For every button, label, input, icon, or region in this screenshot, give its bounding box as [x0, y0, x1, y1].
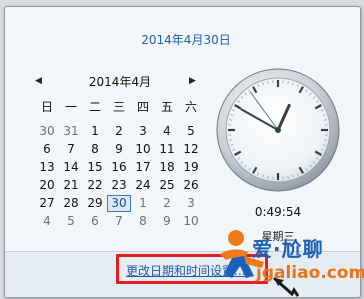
calendar-day[interactable]: 30: [35, 123, 59, 140]
analog-clock: [216, 68, 340, 192]
calendar-day[interactable]: 24: [131, 177, 155, 194]
calendar-day[interactable]: 31: [59, 123, 83, 140]
calendar-day[interactable]: 14: [59, 159, 83, 176]
calendar-day[interactable]: 16: [107, 159, 131, 176]
calendar-day[interactable]: 15: [83, 159, 107, 176]
prev-month-arrow-icon[interactable]: ◀: [35, 76, 42, 86]
calendar-day[interactable]: 26: [179, 177, 203, 194]
weekday-fri: 五: [160, 100, 173, 114]
calendar-day[interactable]: 4: [35, 213, 59, 230]
calendar-day[interactable]: 21: [59, 177, 83, 194]
weekday-tue: 二: [88, 100, 101, 114]
weekday-sat: 六: [184, 100, 197, 114]
calendar-day[interactable]: 7: [59, 141, 83, 158]
next-month-arrow-icon[interactable]: ▶: [189, 76, 196, 86]
calendar-day[interactable]: 3: [131, 123, 155, 140]
calendar-day[interactable]: 6: [83, 213, 107, 230]
calendar-day[interactable]: 4: [155, 123, 179, 140]
calendar-day[interactable]: 25: [155, 177, 179, 194]
watermark-brand-text: 爱·尬聊: [252, 237, 324, 261]
calendar-day[interactable]: 29: [83, 195, 107, 212]
red-pointer-arrow-icon: [273, 276, 300, 297]
calendar-day[interactable]: 9: [107, 141, 131, 158]
calendar-day[interactable]: 7: [107, 213, 131, 230]
calendar-day[interactable]: 9: [155, 213, 179, 230]
weekday-wed: 三: [112, 100, 125, 114]
calendar-day[interactable]: 22: [83, 177, 107, 194]
calendar-day[interactable]: 1: [131, 195, 155, 212]
calendar-day[interactable]: 5: [59, 213, 83, 230]
weekday-sun: 日: [40, 100, 53, 114]
full-date-link[interactable]: 2014年4月30日: [5, 31, 360, 48]
calendar-day[interactable]: 1: [83, 123, 107, 140]
calendar-day[interactable]: 23: [107, 177, 131, 194]
calendar-day[interactable]: 19: [179, 159, 203, 176]
calendar-day[interactable]: 28: [59, 195, 83, 212]
calendar-day[interactable]: 10: [131, 141, 155, 158]
calendar-day[interactable]: 8: [131, 213, 155, 230]
month-title[interactable]: 2014年4月: [65, 73, 175, 90]
calendar-day[interactable]: 17: [131, 159, 155, 176]
calendar-day[interactable]: 8: [83, 141, 107, 158]
calendar-day[interactable]: 2: [155, 195, 179, 212]
calendar-day[interactable]: 10: [179, 213, 203, 230]
weekday-mon: 一: [64, 100, 77, 114]
calendar-day[interactable]: 3: [179, 195, 203, 212]
calendar-day[interactable]: 20: [35, 177, 59, 194]
calendar-day[interactable]: 18: [155, 159, 179, 176]
calendar-day[interactable]: 2: [107, 123, 131, 140]
calendar-day[interactable]: 27: [35, 195, 59, 212]
calendar-day[interactable]: 6: [35, 141, 59, 158]
calendar-day[interactable]: 12: [179, 141, 203, 158]
weekday-thu: 四: [136, 100, 149, 114]
digital-time: 0:49:54: [254, 205, 302, 219]
calendar-day[interactable]: 30: [107, 195, 131, 212]
calendar-day[interactable]: 11: [155, 141, 179, 158]
calendar-day[interactable]: 5: [179, 123, 203, 140]
calendar-day[interactable]: 13: [35, 159, 59, 176]
